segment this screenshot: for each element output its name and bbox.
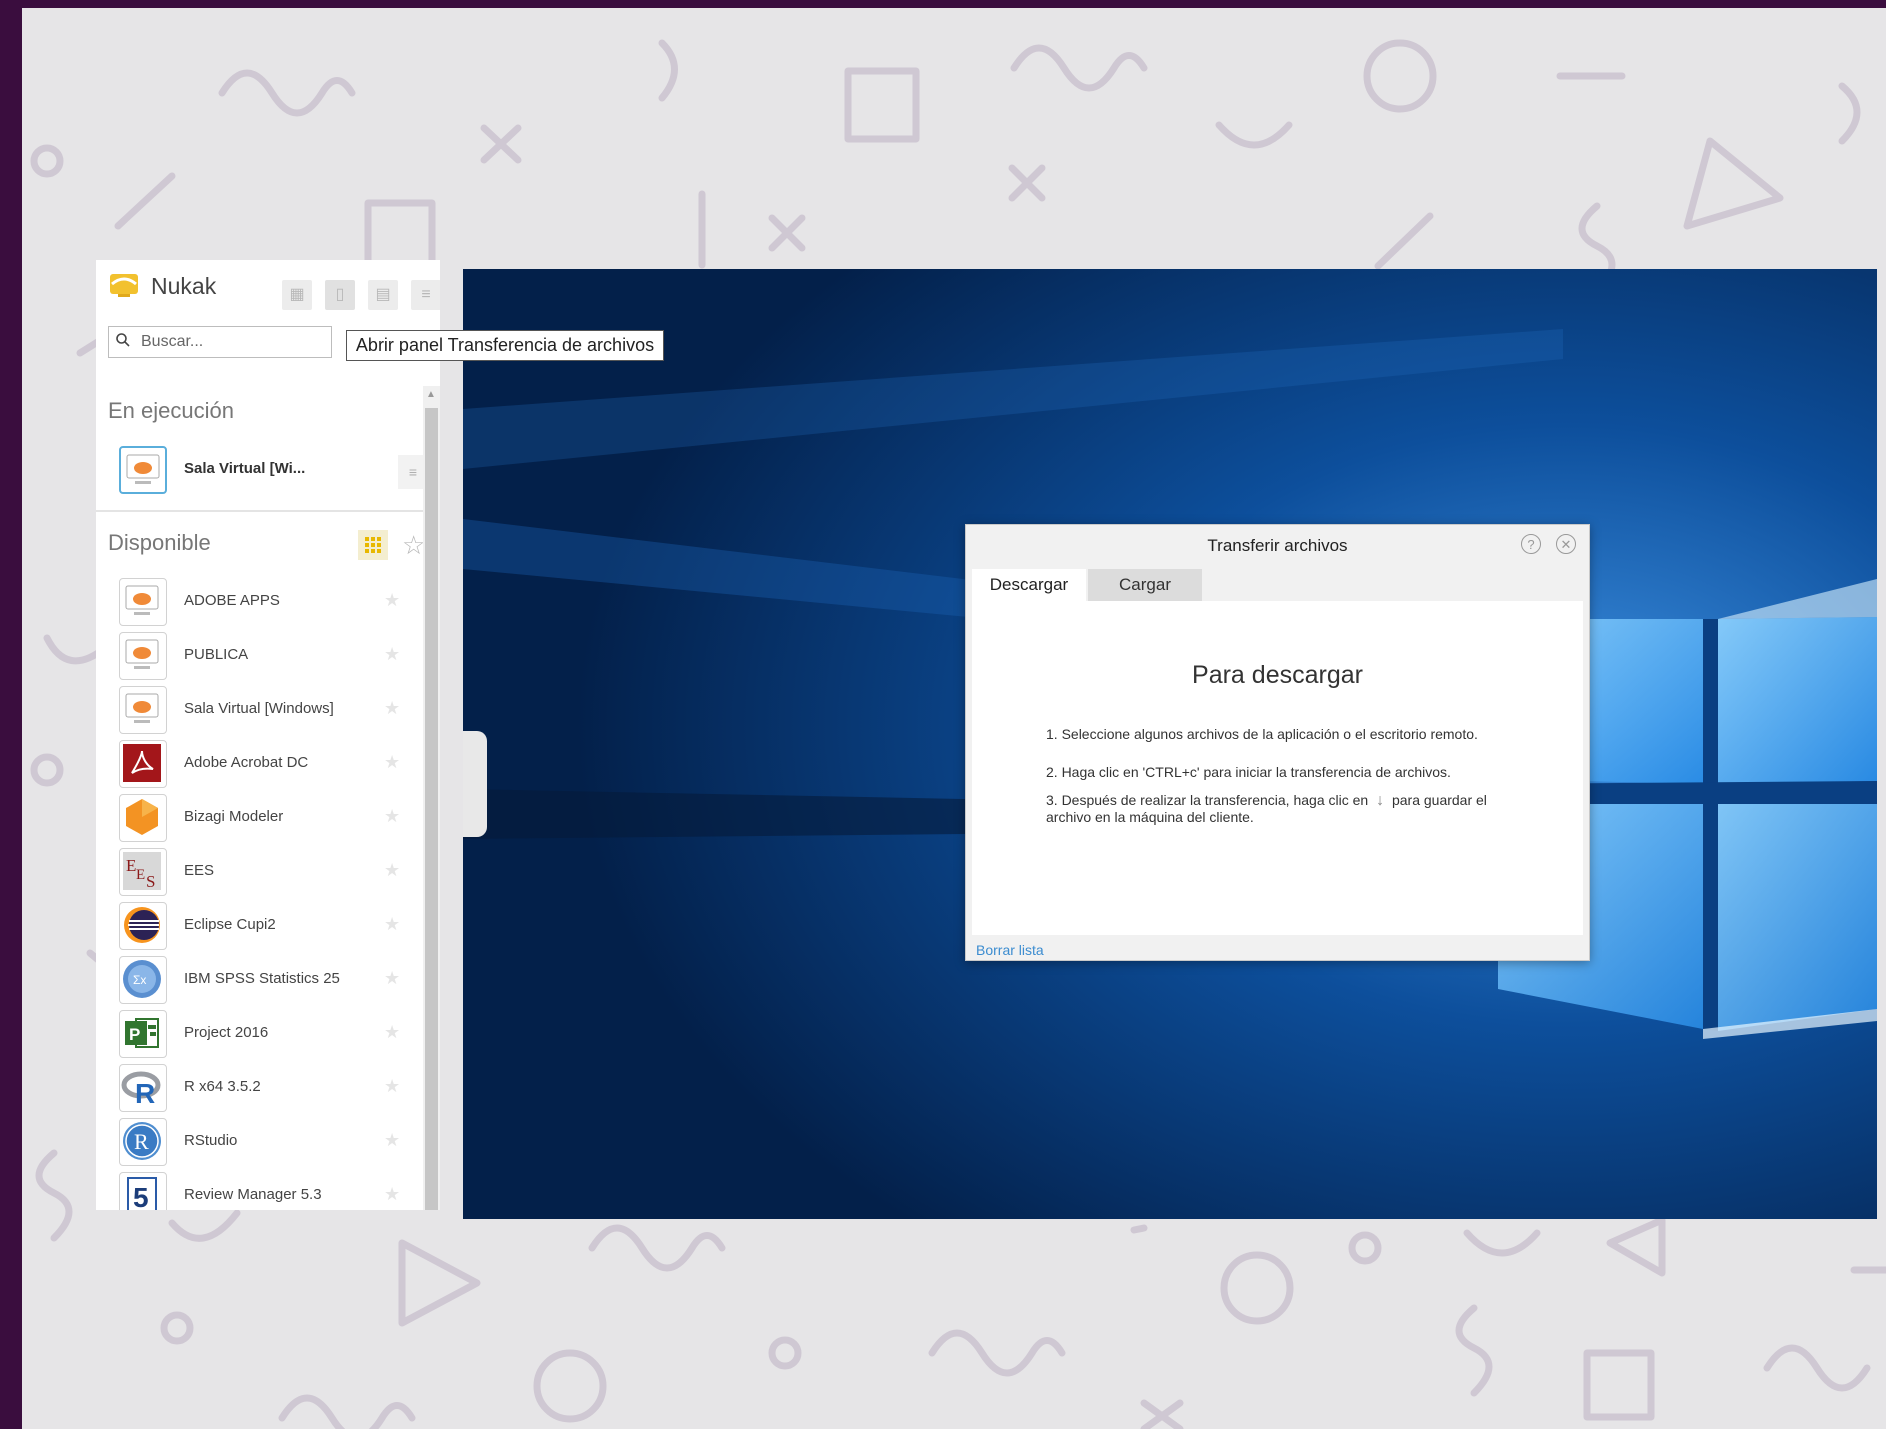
help-icon[interactable]: ? bbox=[1521, 534, 1541, 554]
cloud-desktop-icon bbox=[119, 686, 167, 734]
search-icon bbox=[116, 333, 130, 347]
content-heading: Para descargar bbox=[1192, 661, 1363, 689]
scroll-thumb[interactable] bbox=[425, 408, 438, 1210]
section-divider bbox=[96, 510, 423, 512]
eclipse-icon bbox=[119, 902, 167, 950]
step-3-text-start: 3. Después de realizar la transferencia,… bbox=[1046, 792, 1369, 808]
star-icon[interactable]: ★ bbox=[384, 1130, 400, 1151]
r-icon: R bbox=[119, 1064, 167, 1112]
project-icon: P bbox=[119, 1010, 167, 1058]
running-section-title: En ejecución bbox=[108, 398, 234, 423]
svg-text:E: E bbox=[126, 856, 136, 875]
star-icon[interactable]: ★ bbox=[384, 644, 400, 665]
app-label: ADOBE APPS bbox=[184, 592, 280, 609]
instruction-step-3: 3. Después de realizar la transferencia,… bbox=[1046, 792, 1516, 826]
tab-upload[interactable]: Cargar bbox=[1088, 569, 1202, 601]
app-title: Nukak bbox=[151, 273, 217, 299]
app-label: Review Manager 5.3 bbox=[184, 1186, 322, 1203]
star-icon[interactable]: ★ bbox=[384, 860, 400, 881]
instruction-step-2: 2. Haga clic en 'CTRL+c' para iniciar la… bbox=[1046, 764, 1451, 780]
rstudio-icon: R bbox=[119, 1118, 167, 1166]
cloud-desktop-icon bbox=[119, 446, 167, 494]
grid-view-button[interactable] bbox=[358, 530, 388, 560]
app-label: PUBLICA bbox=[184, 646, 249, 663]
app-item-bizagi[interactable]: Bizagi Modeler ★ bbox=[96, 791, 423, 845]
svg-text:S: S bbox=[146, 872, 155, 891]
star-icon[interactable]: ★ bbox=[384, 914, 400, 935]
svg-text:R: R bbox=[135, 1078, 155, 1109]
svg-text:R: R bbox=[134, 1129, 149, 1154]
close-icon[interactable]: ✕ bbox=[1556, 534, 1576, 554]
app-label: RStudio bbox=[184, 1132, 238, 1149]
download-arrow-icon: ↓ bbox=[1376, 792, 1385, 809]
ees-icon: EES bbox=[119, 848, 167, 896]
star-icon[interactable]: ★ bbox=[384, 806, 400, 827]
svg-text:P: P bbox=[129, 1025, 140, 1044]
app-item-rstudio[interactable]: R RStudio ★ bbox=[96, 1115, 423, 1169]
dialog-content: Para descargar 1. Seleccione algunos arc… bbox=[972, 601, 1583, 935]
file-transfer-button[interactable]: ▯ bbox=[325, 280, 355, 310]
instruction-step-1: 1. Seleccione algunos archivos de la apl… bbox=[1046, 726, 1478, 742]
star-icon[interactable]: ★ bbox=[384, 698, 400, 719]
svg-text:E: E bbox=[136, 867, 145, 883]
running-app-item[interactable]: Sala Virtual [Wi... ≡ bbox=[96, 443, 428, 497]
app-item-project[interactable]: P Project 2016 ★ bbox=[96, 1007, 423, 1061]
spss-icon: Σx bbox=[119, 956, 167, 1004]
app-label: Bizagi Modeler bbox=[184, 808, 284, 825]
transfer-files-dialog: Transferir archivos ? ✕ Descargar Cargar… bbox=[965, 524, 1590, 961]
svg-text:5: 5 bbox=[133, 1182, 149, 1210]
svg-text:Σx: Σx bbox=[133, 973, 146, 987]
app-item-publica[interactable]: PUBLICA ★ bbox=[96, 629, 423, 683]
running-app-label: Sala Virtual [Wi... bbox=[184, 460, 306, 477]
app-item-r[interactable]: R R x64 3.5.2 ★ bbox=[96, 1061, 423, 1115]
nukak-logo-icon bbox=[110, 274, 138, 297]
available-section-title: Disponible bbox=[108, 530, 211, 555]
clear-list-link[interactable]: Borrar lista bbox=[976, 942, 1044, 958]
tab-download[interactable]: Descargar bbox=[972, 569, 1086, 601]
star-icon[interactable]: ★ bbox=[384, 590, 400, 611]
app-label: Eclipse Cupi2 bbox=[184, 916, 276, 933]
revman-icon: 5 bbox=[119, 1172, 167, 1210]
app-item-sala-virtual[interactable]: Sala Virtual [Windows] ★ bbox=[96, 683, 423, 737]
dialog-title: Transferir archivos bbox=[1207, 536, 1348, 555]
app-label: Project 2016 bbox=[184, 1024, 269, 1041]
star-icon[interactable]: ★ bbox=[384, 1022, 400, 1043]
app-label: Adobe Acrobat DC bbox=[184, 754, 309, 771]
star-icon[interactable]: ★ bbox=[384, 968, 400, 989]
app-label: Sala Virtual [Windows] bbox=[184, 700, 334, 717]
acrobat-icon bbox=[119, 740, 167, 788]
cloud-desktop-icon bbox=[119, 578, 167, 626]
clipboard-button[interactable]: ▤ bbox=[368, 280, 398, 310]
cloud-desktop-icon bbox=[119, 632, 167, 680]
favorites-star-icon[interactable]: ☆ bbox=[402, 530, 425, 561]
app-item-adobe-acrobat[interactable]: Adobe Acrobat DC ★ bbox=[96, 737, 423, 791]
apps-toolbar-icon[interactable]: ▦ bbox=[282, 280, 312, 310]
menu-list-button[interactable]: ≡ bbox=[411, 280, 440, 310]
star-icon[interactable]: ★ bbox=[384, 1184, 400, 1205]
app-item-spss[interactable]: Σx IBM SPSS Statistics 25 ★ bbox=[96, 953, 423, 1007]
search-box[interactable] bbox=[108, 326, 332, 358]
app-label: R x64 3.5.2 bbox=[184, 1078, 261, 1095]
sidebar-scrollbar[interactable]: ▲ bbox=[423, 386, 440, 1210]
app-label: EES bbox=[184, 862, 215, 879]
app-label: IBM SPSS Statistics 25 bbox=[184, 970, 340, 987]
scroll-up-icon[interactable]: ▲ bbox=[426, 389, 436, 400]
star-icon[interactable]: ★ bbox=[384, 752, 400, 773]
app-item-adobe-apps[interactable]: ADOBE APPS ★ bbox=[96, 575, 423, 629]
sidebar-toggle-handle[interactable] bbox=[463, 731, 487, 837]
app-item-review-manager[interactable]: 5 Review Manager 5.3 ★ bbox=[96, 1169, 423, 1210]
launcher-sidebar: Nukak ▦ ▯ ▤ ≡ En ejecución Sala Virtual … bbox=[96, 260, 440, 1210]
app-item-ees[interactable]: EES EES ★ bbox=[96, 845, 423, 899]
search-input[interactable] bbox=[139, 329, 328, 355]
sidebar-header: Nukak ▦ ▯ ▤ ≡ bbox=[96, 260, 440, 310]
tooltip: Abrir panel Transferencia de archivos bbox=[346, 330, 664, 361]
bizagi-icon bbox=[119, 794, 167, 842]
star-icon[interactable]: ★ bbox=[384, 1076, 400, 1097]
app-item-eclipse[interactable]: Eclipse Cupi2 ★ bbox=[96, 899, 423, 953]
